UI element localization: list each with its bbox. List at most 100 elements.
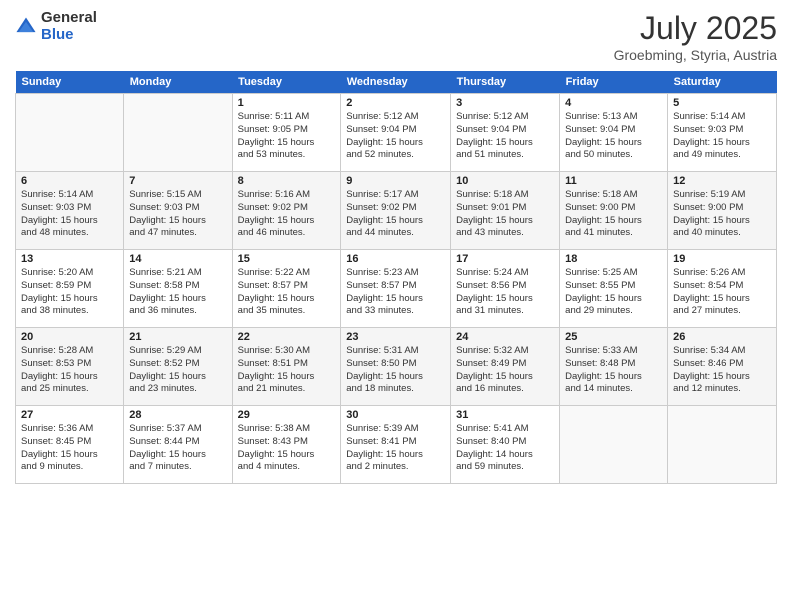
day-number: 20 [21,331,118,343]
day-cell: 15 Sunrise: 5:22 AM Sunset: 8:57 PM Dayli… [232,250,341,328]
location: Groebming, Styria, Austria [614,47,777,63]
day-number: 4 [565,97,662,109]
day-info: Sunrise: 5:32 AM Sunset: 8:49 PM Dayligh… [456,345,554,396]
day-info: Sunrise: 5:18 AM Sunset: 9:01 PM Dayligh… [456,189,554,240]
day-info: Sunrise: 5:31 AM Sunset: 8:50 PM Dayligh… [346,345,445,396]
day-info: Sunrise: 5:33 AM Sunset: 8:48 PM Dayligh… [565,345,662,396]
day-number: 16 [346,253,445,265]
day-number: 12 [673,175,771,187]
day-number: 31 [456,409,554,421]
day-info: Sunrise: 5:23 AM Sunset: 8:57 PM Dayligh… [346,267,445,318]
day-cell: 26 Sunrise: 5:34 AM Sunset: 8:46 PM Dayli… [668,328,777,406]
day-number: 14 [129,253,226,265]
day-number: 22 [238,331,336,343]
day-cell: 10Sunrise: 5:18 AM Sunset: 9:01 PM Dayli… [451,172,560,250]
day-number: 9 [346,175,445,187]
week-row-4: 20Sunrise: 5:28 AM Sunset: 8:53 PM Dayli… [16,328,777,406]
col-saturday: Saturday [668,71,777,94]
week-row-5: 27 Sunrise: 5:36 AM Sunset: 8:45 PM Dayli… [16,406,777,484]
day-cell: 4 Sunrise: 5:13 AM Sunset: 9:04 PM Daylig… [560,94,668,172]
day-number: 28 [129,409,226,421]
day-cell: 29 Sunrise: 5:38 AM Sunset: 8:43 PM Dayli… [232,406,341,484]
day-info: Sunrise: 5:18 AM Sunset: 9:00 PM Dayligh… [565,189,662,240]
logo-general: General [41,10,97,27]
day-cell: 28Sunrise: 5:37 AM Sunset: 8:44 PM Dayli… [124,406,232,484]
day-cell: 11 Sunrise: 5:18 AM Sunset: 9:00 PM Dayli… [560,172,668,250]
logo: General Blue [15,10,97,43]
col-wednesday: Wednesday [341,71,451,94]
day-cell [124,94,232,172]
day-cell: 22 Sunrise: 5:30 AM Sunset: 8:51 PM Dayli… [232,328,341,406]
day-info: Sunrise: 5:16 AM Sunset: 9:02 PM Dayligh… [238,189,336,240]
day-cell [668,406,777,484]
day-cell: 25Sunrise: 5:33 AM Sunset: 8:48 PM Dayli… [560,328,668,406]
day-info: Sunrise: 5:14 AM Sunset: 9:03 PM Dayligh… [673,111,771,162]
day-cell: 18 Sunrise: 5:25 AM Sunset: 8:55 PM Dayli… [560,250,668,328]
day-info: Sunrise: 5:13 AM Sunset: 9:04 PM Dayligh… [565,111,662,162]
day-cell: 23 Sunrise: 5:31 AM Sunset: 8:50 PM Dayli… [341,328,451,406]
day-number: 7 [129,175,226,187]
day-info: Sunrise: 5:22 AM Sunset: 8:57 PM Dayligh… [238,267,336,318]
day-cell: 12 Sunrise: 5:19 AM Sunset: 9:00 PM Dayli… [668,172,777,250]
col-friday: Friday [560,71,668,94]
logo-icon [15,16,37,38]
day-number: 15 [238,253,336,265]
day-cell: 27 Sunrise: 5:36 AM Sunset: 8:45 PM Dayli… [16,406,124,484]
day-number: 24 [456,331,554,343]
day-number: 11 [565,175,662,187]
day-number: 30 [346,409,445,421]
day-info: Sunrise: 5:19 AM Sunset: 9:00 PM Dayligh… [673,189,771,240]
day-number: 1 [238,97,336,109]
day-cell: 30 Sunrise: 5:39 AM Sunset: 8:41 PM Dayli… [341,406,451,484]
day-cell: 13Sunrise: 5:20 AM Sunset: 8:59 PM Dayli… [16,250,124,328]
day-cell: 1 Sunrise: 5:11 AM Sunset: 9:05 PM Daylig… [232,94,341,172]
day-info: Sunrise: 5:12 AM Sunset: 9:04 PM Dayligh… [456,111,554,162]
day-cell: 24 Sunrise: 5:32 AM Sunset: 8:49 PM Dayli… [451,328,560,406]
calendar-header-row: Sunday Monday Tuesday Wednesday Thursday… [16,71,777,94]
day-cell: 5Sunrise: 5:14 AM Sunset: 9:03 PM Daylig… [668,94,777,172]
day-number: 6 [21,175,118,187]
day-info: Sunrise: 5:26 AM Sunset: 8:54 PM Dayligh… [673,267,771,318]
day-number: 19 [673,253,771,265]
day-info: Sunrise: 5:12 AM Sunset: 9:04 PM Dayligh… [346,111,445,162]
day-cell: 17Sunrise: 5:24 AM Sunset: 8:56 PM Dayli… [451,250,560,328]
day-number: 29 [238,409,336,421]
day-cell: 7 Sunrise: 5:15 AM Sunset: 9:03 PM Daylig… [124,172,232,250]
day-cell: 16 Sunrise: 5:23 AM Sunset: 8:57 PM Dayli… [341,250,451,328]
day-cell: 14 Sunrise: 5:21 AM Sunset: 8:58 PM Dayli… [124,250,232,328]
day-info: Sunrise: 5:11 AM Sunset: 9:05 PM Dayligh… [238,111,336,162]
day-info: Sunrise: 5:21 AM Sunset: 8:58 PM Dayligh… [129,267,226,318]
day-number: 23 [346,331,445,343]
day-info: Sunrise: 5:30 AM Sunset: 8:51 PM Dayligh… [238,345,336,396]
logo-blue: Blue [41,27,97,44]
col-monday: Monday [124,71,232,94]
month-title: July 2025 [614,10,777,47]
day-number: 18 [565,253,662,265]
week-row-2: 6 Sunrise: 5:14 AM Sunset: 9:03 PM Daylig… [16,172,777,250]
day-info: Sunrise: 5:15 AM Sunset: 9:03 PM Dayligh… [129,189,226,240]
day-cell [560,406,668,484]
day-cell: 8 Sunrise: 5:16 AM Sunset: 9:02 PM Daylig… [232,172,341,250]
col-sunday: Sunday [16,71,124,94]
day-info: Sunrise: 5:34 AM Sunset: 8:46 PM Dayligh… [673,345,771,396]
day-number: 26 [673,331,771,343]
day-number: 27 [21,409,118,421]
week-row-1: 1 Sunrise: 5:11 AM Sunset: 9:05 PM Daylig… [16,94,777,172]
day-cell: 3Sunrise: 5:12 AM Sunset: 9:04 PM Daylig… [451,94,560,172]
page-header: General Blue July 2025 Groebming, Styria… [15,10,777,63]
col-tuesday: Tuesday [232,71,341,94]
day-info: Sunrise: 5:20 AM Sunset: 8:59 PM Dayligh… [21,267,118,318]
col-thursday: Thursday [451,71,560,94]
day-info: Sunrise: 5:14 AM Sunset: 9:03 PM Dayligh… [21,189,118,240]
day-cell: 31Sunrise: 5:41 AM Sunset: 8:40 PM Dayli… [451,406,560,484]
day-info: Sunrise: 5:39 AM Sunset: 8:41 PM Dayligh… [346,423,445,474]
day-cell: 2 Sunrise: 5:12 AM Sunset: 9:04 PM Daylig… [341,94,451,172]
day-number: 2 [346,97,445,109]
day-number: 8 [238,175,336,187]
day-cell: 19 Sunrise: 5:26 AM Sunset: 8:54 PM Dayli… [668,250,777,328]
day-info: Sunrise: 5:25 AM Sunset: 8:55 PM Dayligh… [565,267,662,318]
day-info: Sunrise: 5:38 AM Sunset: 8:43 PM Dayligh… [238,423,336,474]
day-cell: 9Sunrise: 5:17 AM Sunset: 9:02 PM Daylig… [341,172,451,250]
day-info: Sunrise: 5:36 AM Sunset: 8:45 PM Dayligh… [21,423,118,474]
day-cell: 6 Sunrise: 5:14 AM Sunset: 9:03 PM Daylig… [16,172,124,250]
